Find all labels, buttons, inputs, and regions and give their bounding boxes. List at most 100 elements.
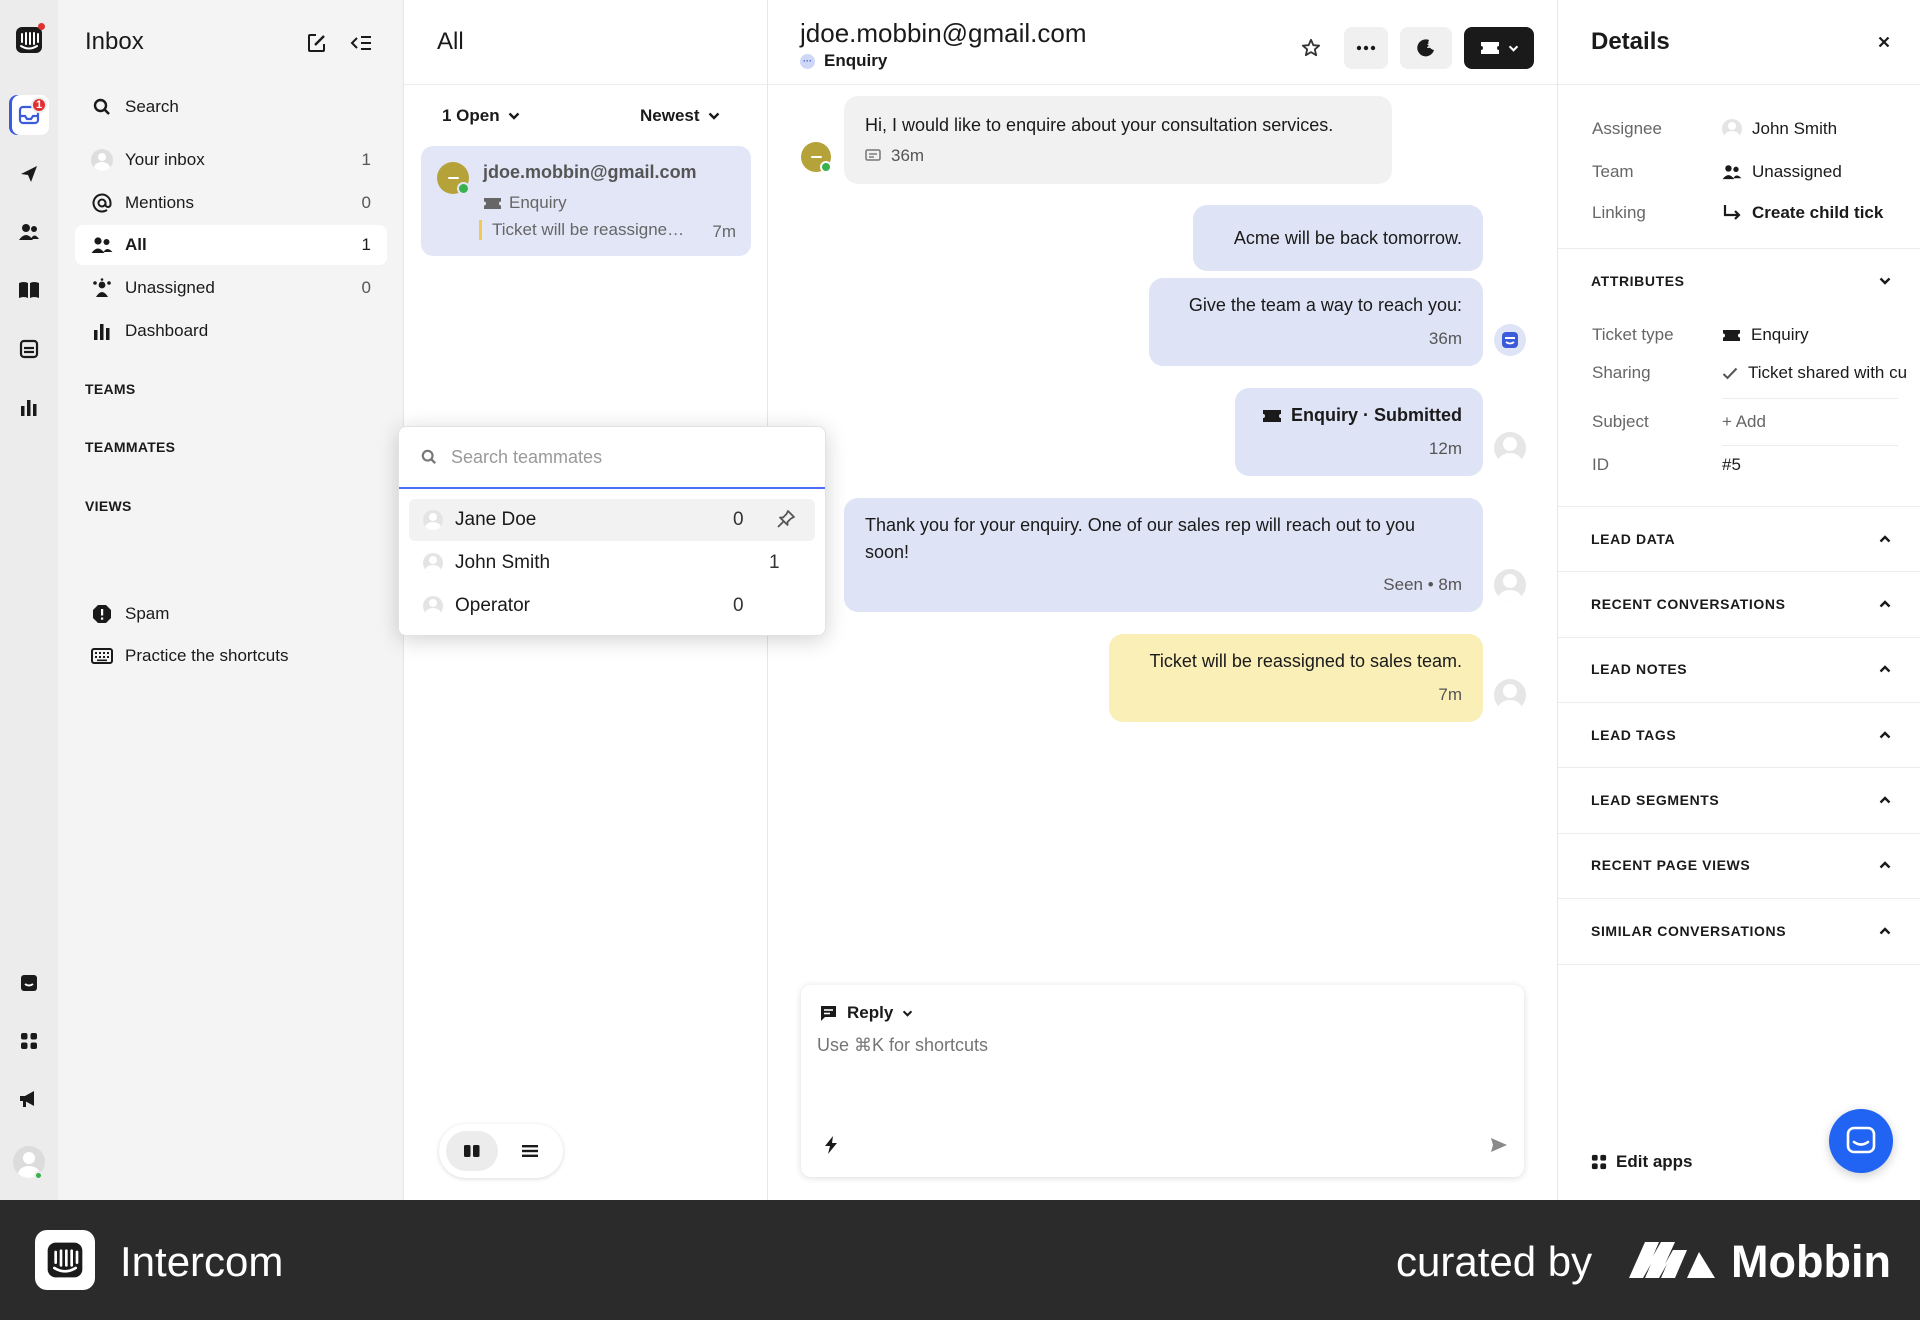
- split-view-button[interactable]: [446, 1131, 498, 1171]
- divider: [404, 84, 768, 85]
- sidebar-item-all[interactable]: All 1: [75, 225, 387, 265]
- more-options-button[interactable]: [1344, 27, 1388, 69]
- sidebar-item-label: Your inbox: [125, 150, 205, 169]
- teammate-avatar: [1494, 569, 1526, 601]
- knowledge-rail-button[interactable]: [9, 270, 49, 310]
- ticket-actions-button[interactable]: [1464, 27, 1534, 69]
- compose-icon[interactable]: [304, 30, 330, 56]
- tickets-rail-button[interactable]: [9, 329, 49, 369]
- sidebar-item-count: 0: [361, 278, 371, 297]
- sidebar-item-dashboard[interactable]: Dashboard: [75, 311, 387, 351]
- message-text: Ticket will be reassigned to sales team.: [1149, 651, 1462, 671]
- ticket-type-value[interactable]: Enquiry: [1722, 325, 1809, 345]
- edit-apps-label: Edit apps: [1616, 1152, 1693, 1171]
- user-avatar[interactable]: [9, 1142, 49, 1182]
- svg-text:z: z: [1427, 43, 1431, 50]
- ticket-icon: [1263, 409, 1281, 422]
- sidebar-item-mentions[interactable]: Mentions 0: [75, 183, 387, 223]
- sort-dropdown[interactable]: Newest: [640, 106, 720, 126]
- online-status-dot: [34, 1171, 43, 1180]
- sidebar-section-views[interactable]: VIEWS: [85, 498, 132, 514]
- section-label: LEAD DATA: [1591, 531, 1676, 547]
- ticket-submitted-event[interactable]: Enquiry · Submitted 12m: [1235, 388, 1483, 476]
- attribute-value: Ticket shared with cu: [1748, 363, 1908, 382]
- section-similar-conversations[interactable]: SIMILAR CONVERSATIONS: [1591, 923, 1891, 939]
- reply-mode-dropdown[interactable]: Reply: [819, 1003, 913, 1023]
- section-lead-data[interactable]: LEAD DATA: [1591, 531, 1891, 547]
- outbound-rail-button[interactable]: [9, 154, 49, 194]
- bot-avatar: [1494, 324, 1526, 356]
- sidebar-item-practice-shortcuts[interactable]: Practice the shortcuts: [75, 636, 387, 676]
- section-lead-segments[interactable]: LEAD SEGMENTS: [1591, 792, 1891, 808]
- sidebar-item-your-inbox[interactable]: Your inbox 1: [75, 140, 387, 180]
- send-icon[interactable]: [1487, 1133, 1511, 1157]
- intercom-logo-icon[interactable]: [9, 20, 49, 60]
- sidebar-section-teams[interactable]: TEAMS: [85, 381, 136, 397]
- message-time: 36m: [1428, 329, 1462, 348]
- sharing-value[interactable]: Ticket shared with cu: [1722, 363, 1920, 383]
- message-time: 12m: [1428, 439, 1462, 458]
- section-recent-page-views[interactable]: RECENT PAGE VIEWS: [1591, 857, 1891, 873]
- apps-rail-button[interactable]: [9, 1021, 49, 1061]
- ticket-icon: [1723, 329, 1740, 341]
- ticket-id-value: #5: [1722, 455, 1741, 474]
- assignee-value[interactable]: John Smith: [1722, 119, 1837, 139]
- mobbin-brand-name: Mobbin: [1731, 1236, 1891, 1287]
- teammate-name: Operator: [455, 595, 530, 616]
- app-rail: 1: [0, 0, 58, 1200]
- team-value[interactable]: Unassigned: [1722, 162, 1842, 182]
- reply-textarea[interactable]: [817, 1035, 1507, 1105]
- chat-source-icon: [865, 148, 881, 161]
- sidebar-section-teammates[interactable]: TEAMMATES: [85, 439, 175, 455]
- sidebar-item-search[interactable]: Search: [75, 87, 387, 127]
- chevron-down-icon: [708, 112, 719, 120]
- sidebar-item-unassigned[interactable]: Unassigned 0: [75, 268, 387, 308]
- section-lead-notes[interactable]: LEAD NOTES: [1591, 661, 1891, 677]
- sidebar-item-label: Mentions: [125, 193, 194, 212]
- divider: [1722, 398, 1898, 399]
- sidebar-item-label: Search: [125, 97, 179, 116]
- attributes-section-header[interactable]: ATTRIBUTES: [1591, 273, 1891, 289]
- chevron-down-icon: [903, 1010, 913, 1017]
- teammate-name: Jane Doe: [455, 509, 537, 530]
- announcements-rail-button[interactable]: [9, 1079, 49, 1119]
- conversation-email: jdoe.mobbin@gmail.com: [483, 162, 697, 182]
- messenger-icon: [1846, 1126, 1876, 1154]
- status-filter-label: 1 Open: [442, 106, 500, 125]
- contacts-rail-button[interactable]: [9, 212, 49, 252]
- star-button[interactable]: [1290, 27, 1332, 69]
- sidebar-item-spam[interactable]: Spam: [75, 594, 387, 634]
- sidebar-item-count: 1: [361, 235, 371, 254]
- teammate-option-operator[interactable]: Operator 0: [409, 585, 815, 627]
- section-label: SIMILAR CONVERSATIONS: [1591, 923, 1787, 939]
- teammate-option-jane-doe[interactable]: Jane Doe 0: [409, 499, 815, 541]
- section-lead-tags[interactable]: LEAD TAGS: [1591, 727, 1891, 743]
- messenger-rail-button[interactable]: [9, 963, 49, 1003]
- messenger-launcher-button[interactable]: [1829, 1109, 1893, 1173]
- divider: [1558, 84, 1920, 85]
- conversation-card[interactable]: jdoe.mobbin@gmail.com Enquiry Ticket wil…: [421, 146, 751, 256]
- edit-apps-button[interactable]: Edit apps: [1591, 1152, 1693, 1172]
- conversation-subtitle-label: Enquiry: [824, 51, 888, 70]
- inbox-rail-button[interactable]: 1: [9, 95, 49, 135]
- teammate-option-john-smith[interactable]: John Smith 1: [409, 542, 815, 584]
- create-child-ticket-link[interactable]: Create child tick: [1722, 203, 1907, 223]
- add-subject-button[interactable]: + Add: [1722, 412, 1766, 432]
- snooze-button[interactable]: z: [1400, 27, 1452, 69]
- sidebar-item-label: Spam: [125, 604, 170, 623]
- message-text: Give the team a way to reach you:: [1188, 295, 1462, 315]
- bar-chart-icon: [90, 319, 114, 343]
- message-incoming: Hi, I would like to enquire about your c…: [844, 96, 1392, 184]
- section-recent-conversations[interactable]: RECENT CONVERSATIONS: [1591, 596, 1891, 612]
- teammate-avatar-icon: [423, 553, 443, 573]
- reports-rail-button[interactable]: [9, 387, 49, 427]
- list-view-button[interactable]: [504, 1131, 556, 1171]
- collapse-sidebar-icon[interactable]: [348, 30, 374, 56]
- close-icon[interactable]: [1873, 31, 1895, 53]
- status-filter-dropdown[interactable]: 1 Open: [442, 106, 520, 126]
- reply-composer: Reply: [801, 985, 1524, 1177]
- teammate-search-input[interactable]: [451, 446, 791, 468]
- lightning-icon[interactable]: [819, 1133, 843, 1157]
- pin-icon[interactable]: [775, 508, 797, 536]
- chevron-down-icon: [1508, 45, 1518, 52]
